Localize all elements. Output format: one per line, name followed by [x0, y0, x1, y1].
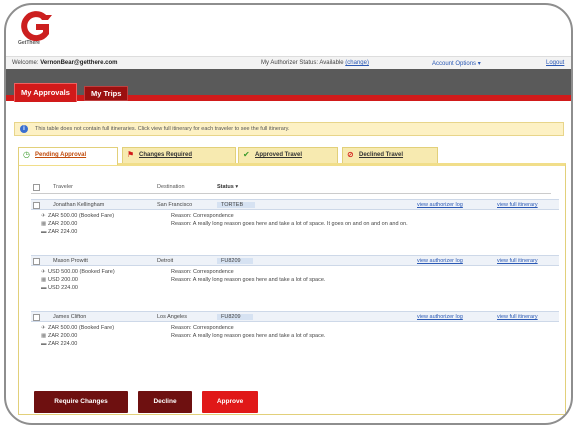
view-authorizer-log-link[interactable]: view authorizer log [417, 202, 463, 208]
clock-icon: ◷ [23, 150, 30, 159]
row-checkbox[interactable] [33, 202, 40, 209]
tab-approved-travel[interactable]: ✔ Approved Travel [238, 147, 338, 163]
row-detail: ✈ ZAR 500.00 (Booked Fare) ▦ ZAR 200.00 ▬ Z… [41, 213, 408, 235]
reason-text: Reason: Correspondence [171, 269, 234, 275]
destination: Detroit [157, 258, 174, 264]
view-full-itinerary-link[interactable]: view full itinerary [497, 314, 538, 320]
reason-detail: Reason: A really long reason goes here a… [171, 333, 326, 339]
destination: San Francisco [157, 202, 193, 208]
checkmark-icon: ✔ [243, 150, 250, 159]
row-detail: ✈ USD 500.00 (Booked Fare) ▦ USD 200.00 ▬ U… [41, 269, 326, 291]
logo-wordmark: GetThere [18, 40, 40, 46]
hotel-icon: ▦ [41, 221, 47, 227]
approvals-panel: Traveler Destination Status ▾ Jonathan K… [18, 163, 566, 415]
tab-my-approvals[interactable]: My Approvals [14, 83, 77, 102]
status-code: FU8209 [217, 314, 253, 320]
view-full-itinerary-link[interactable]: view full itinerary [497, 258, 538, 264]
table-header: Traveler Destination Status ▾ [31, 182, 551, 194]
row-detail: ✈ ZAR 500.00 (Booked Fare) ▦ ZAR 200.00 ▬ Z… [41, 325, 326, 347]
app-window: GetThere Welcome: VernonBear@getthere.co… [4, 3, 573, 425]
reason-detail: Reason: A really long reason goes here a… [171, 221, 408, 227]
table-row: James Clifton Los Angeles FU8209 view au… [31, 311, 559, 322]
airplane-icon: ✈ [41, 269, 46, 275]
tab-my-trips[interactable]: My Trips [84, 86, 129, 101]
select-all-checkbox[interactable] [33, 184, 40, 191]
reason-detail: Reason: A really long reason goes here a… [171, 277, 326, 283]
view-full-itinerary-link[interactable]: view full itinerary [497, 202, 538, 208]
logout-link[interactable]: Logout [546, 60, 564, 66]
top-info-bar: Welcome: VernonBear@getthere.com My Auth… [6, 56, 571, 69]
airplane-icon: ✈ [41, 213, 46, 219]
welcome-text: Welcome: VernonBear@getthere.com [12, 60, 118, 66]
status-change-link[interactable]: (change) [345, 60, 369, 66]
column-destination[interactable]: Destination [157, 184, 185, 190]
tab-pending-approval[interactable]: ◷ Pending Approval [18, 147, 118, 165]
decline-button[interactable]: Decline [138, 391, 192, 413]
flag-icon: ⚑ [127, 150, 135, 159]
info-notice: i This table does not contain full itine… [14, 122, 564, 136]
traveler-name: Jonathan Kellingham [53, 202, 105, 208]
reason-text: Reason: Correspondence [171, 213, 234, 219]
column-traveler[interactable]: Traveler [53, 184, 73, 190]
car-icon: ▬ [41, 229, 47, 235]
car-icon: ▬ [41, 341, 47, 347]
tab-declined-travel[interactable]: ⊘ Declined Travel [342, 147, 438, 163]
approve-button[interactable]: Approve [202, 391, 258, 413]
notice-text: This table does not contain full itinera… [35, 126, 290, 132]
view-authorizer-log-link[interactable]: view authorizer log [417, 258, 463, 264]
require-changes-button[interactable]: Require Changes [34, 391, 128, 413]
user-email: VernonBear@getthere.com [40, 60, 118, 66]
view-authorizer-log-link[interactable]: view authorizer log [417, 314, 463, 320]
traveler-name: Mason Prowitt [53, 258, 88, 264]
tab-changes-required[interactable]: ⚑ Changes Required [122, 147, 236, 163]
status-code: TORTEB [217, 202, 256, 208]
table-row: Mason Prowitt Detroit FU8209 view author… [31, 255, 559, 266]
destination: Los Angeles [157, 314, 187, 320]
table-row: Jonathan Kellingham San Francisco TORTEB… [31, 199, 559, 210]
info-icon: i [20, 125, 28, 133]
hotel-icon: ▦ [41, 333, 47, 339]
decline-icon: ⊘ [347, 150, 354, 159]
reason-text: Reason: Correspondence [171, 325, 234, 331]
car-icon: ▬ [41, 285, 47, 291]
row-checkbox[interactable] [33, 314, 40, 321]
authorizer-status: My Authorizer Status: Available (change) [261, 60, 369, 66]
airplane-icon: ✈ [41, 325, 46, 331]
account-options-menu[interactable]: Account Options ▾ [432, 60, 481, 67]
status-code: FU8209 [217, 258, 253, 264]
hotel-icon: ▦ [41, 277, 47, 283]
traveler-name: James Clifton [53, 314, 87, 320]
row-checkbox[interactable] [33, 258, 40, 265]
main-tab-bar: My Approvals My Trips [6, 69, 571, 102]
column-status[interactable]: Status ▾ [217, 184, 238, 190]
getthere-logo [21, 11, 52, 41]
